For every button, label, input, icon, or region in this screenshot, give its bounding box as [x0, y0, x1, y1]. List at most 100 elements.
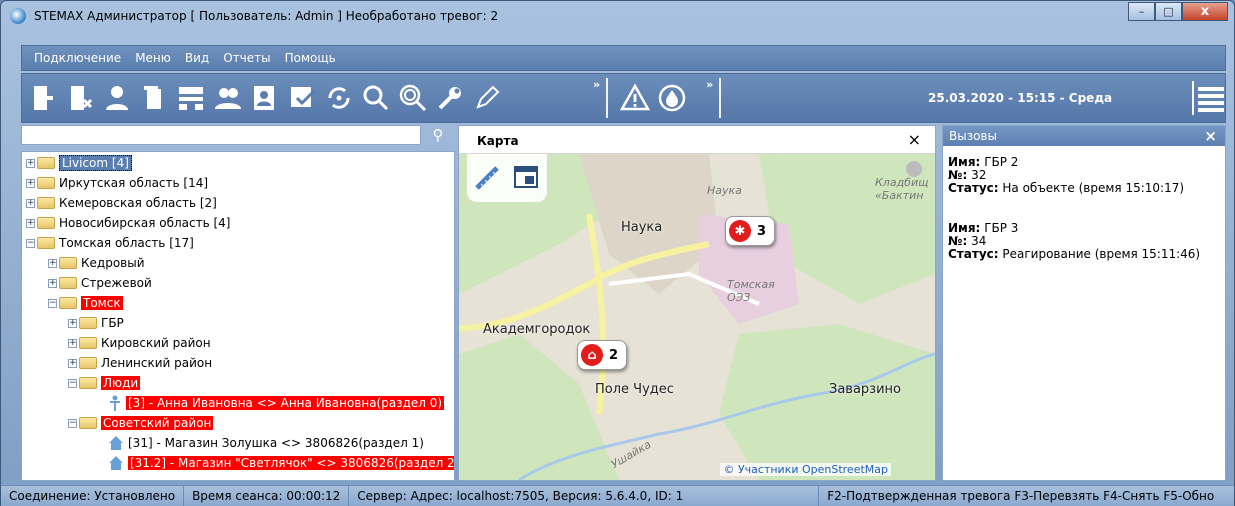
- expand-toggle[interactable]: +: [68, 358, 77, 368]
- tree-item-kirovsky[interactable]: + Кировский район: [68, 334, 211, 352]
- title-bar[interactable]: STEMAX Администратор [ Пользователь: Adm…: [1, 1, 1234, 31]
- map-tab[interactable]: Карта ×: [459, 126, 935, 154]
- users-icon[interactable]: [212, 81, 244, 115]
- toolbar-overflow-2[interactable]: »: [706, 78, 713, 91]
- calls-panel: Вызовы × Имя: ГБР 2 №: 32 Статус: На объ…: [942, 125, 1226, 481]
- calls-header: Вызовы ×: [943, 126, 1225, 146]
- tree-item-kedrovy[interactable]: + Кедровый: [48, 254, 145, 272]
- search-input[interactable]: [21, 125, 421, 145]
- network-icon[interactable]: [175, 81, 207, 115]
- maximize-button[interactable]: □: [1155, 2, 1182, 21]
- folder-icon: [79, 377, 97, 389]
- call-num: 34: [971, 234, 987, 248]
- call-num-label: №:: [948, 234, 968, 248]
- menu-reports[interactable]: Отчеты: [223, 51, 270, 65]
- ruler-icon[interactable]: [473, 162, 503, 192]
- confirm-icon[interactable]: [286, 81, 318, 115]
- tree-item-strezhevoy[interactable]: + Стрежевой: [48, 274, 152, 292]
- minimize-button[interactable]: –: [1128, 2, 1155, 21]
- toolbar: » » 25.03.2020 - 15:15 - Среда: [21, 73, 1226, 123]
- toolbar-separator-2: [719, 78, 722, 118]
- user-card-icon[interactable]: [249, 81, 281, 115]
- tree-item-livicom[interactable]: + Livicom [4]: [26, 154, 132, 172]
- map-panel: Карта × Наука Академгородок Поле Чудес З…: [458, 125, 936, 481]
- expand-toggle[interactable]: +: [68, 318, 77, 328]
- tree-item-anna[interactable]: [3] - Анна Ивановна <> Анна Ивановна(раз…: [108, 394, 445, 412]
- disconnect-icon[interactable]: [64, 81, 96, 115]
- list-icon[interactable]: [1192, 81, 1226, 115]
- tree-item-people[interactable]: − Люди: [68, 374, 141, 392]
- tree-item-tomsk-region[interactable]: − Томская область [17]: [26, 234, 194, 252]
- person-icon: [108, 395, 122, 411]
- expand-toggle[interactable]: +: [26, 178, 35, 188]
- call-item[interactable]: Имя: ГБР 2 №: 32 Статус: На объекте (вре…: [948, 156, 1184, 195]
- search-icon[interactable]: [360, 81, 392, 115]
- menu-view[interactable]: Вид: [185, 51, 209, 65]
- tree-item-leninsky[interactable]: + Ленинский район: [68, 354, 212, 372]
- menu-help[interactable]: Помощь: [285, 51, 336, 65]
- folder-icon: [59, 297, 77, 309]
- tree-label: Томск: [81, 296, 123, 310]
- map-marker-person[interactable]: ✱ 3: [725, 216, 776, 246]
- tree-item-tomsk[interactable]: − Томск: [48, 294, 123, 312]
- expand-toggle[interactable]: +: [48, 258, 57, 268]
- close-button[interactable]: x: [1182, 2, 1228, 21]
- status-session: Время сеанса: 00:00:12: [184, 486, 350, 506]
- collapse-toggle[interactable]: −: [26, 238, 35, 248]
- folder-icon: [59, 277, 77, 289]
- expand-toggle[interactable]: +: [26, 198, 35, 208]
- map-view[interactable]: Наука Академгородок Поле Чудес Заварзино…: [459, 154, 935, 480]
- call-name-label: Имя:: [948, 155, 981, 169]
- device-icon[interactable]: [138, 81, 170, 115]
- folder-icon: [37, 177, 55, 189]
- sync-icon[interactable]: [323, 81, 355, 115]
- call-item[interactable]: Имя: ГБР 3 №: 34 Статус: Реагирование (в…: [948, 222, 1200, 261]
- collapse-toggle[interactable]: −: [68, 378, 77, 388]
- layers-icon[interactable]: [511, 162, 541, 192]
- wrench-icon[interactable]: [434, 81, 466, 115]
- folder-icon: [37, 197, 55, 209]
- drop-icon[interactable]: [656, 81, 688, 115]
- tree-item-kemerovo[interactable]: + Кемеровская область [2]: [26, 194, 217, 212]
- map-marker-object[interactable]: ⌂ 2: [577, 340, 628, 370]
- toolbar-overflow[interactable]: »: [593, 78, 600, 91]
- osm-attribution[interactable]: © Участники OpenStreetMap: [720, 463, 891, 476]
- tree-label: Кедровый: [81, 256, 145, 270]
- tree-label: Ленинский район: [101, 356, 213, 370]
- edit-icon[interactable]: [471, 81, 503, 115]
- tree-label: [31] - Магазин Золушка <> 3806826(раздел…: [128, 436, 424, 450]
- collapse-toggle[interactable]: −: [48, 298, 57, 308]
- calls-close-button[interactable]: ×: [1204, 127, 1217, 145]
- expand-toggle[interactable]: +: [48, 278, 57, 288]
- user-icon[interactable]: [101, 81, 133, 115]
- tree-item-irkutsk[interactable]: + Иркутская область [14]: [26, 174, 208, 192]
- menu-main[interactable]: Меню: [135, 51, 171, 65]
- zoom-icon[interactable]: [397, 81, 429, 115]
- tree-item-gbr[interactable]: + ГБР: [68, 314, 124, 332]
- search-icon[interactable]: ⚲: [426, 125, 450, 145]
- tree-item-novosibirsk[interactable]: + Новосибирская область [4]: [26, 214, 230, 232]
- tree-label: Иркутская область [14]: [59, 176, 209, 190]
- tree-item-svetlyachok[interactable]: [31.2] - Магазин "Светлячок" <> 3806826(…: [108, 454, 454, 472]
- status-connection: Соединение: Установлено: [1, 486, 185, 506]
- connect-icon[interactable]: [27, 81, 59, 115]
- menu-connection[interactable]: Подключение: [34, 51, 121, 65]
- collapse-toggle[interactable]: −: [68, 418, 77, 428]
- objects-panel: ⚲ + Livicom [4] + Иркутская область [14] +…: [21, 125, 455, 481]
- expand-toggle[interactable]: +: [26, 158, 35, 168]
- expand-toggle[interactable]: +: [68, 338, 77, 348]
- expand-toggle[interactable]: +: [26, 218, 35, 228]
- menu-bar: Подключение Меню Вид Отчеты Помощь: [21, 45, 1226, 71]
- map-tools: [467, 154, 547, 202]
- map-label-akadem: Академгородок: [483, 322, 591, 337]
- tree-item-zolushka[interactable]: [31] - Магазин Золушка <> 3806826(раздел…: [108, 434, 424, 452]
- tree-label: Кировский район: [101, 336, 211, 350]
- map-label-nauka-small: Наука: [707, 184, 742, 197]
- map-label-zavarzino: Заварзино: [829, 382, 901, 397]
- house-icon: [108, 435, 124, 451]
- tree-label: Livicom [4]: [59, 155, 132, 171]
- map-close-button[interactable]: ×: [908, 130, 921, 149]
- tree-item-sovetsky[interactable]: − Советский район: [68, 414, 214, 432]
- map-label-pole: Поле Чудес: [595, 382, 674, 397]
- alarm-icon[interactable]: [619, 81, 651, 115]
